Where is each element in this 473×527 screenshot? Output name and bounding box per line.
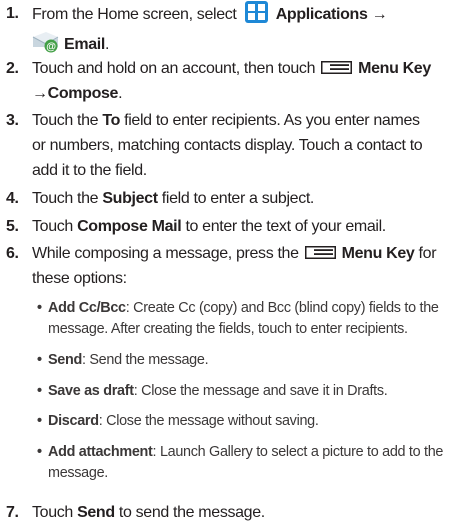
option-desc: : Close the message without saving. (98, 413, 319, 429)
bullet-icon: • (37, 413, 42, 429)
option-desc: : Launch Gallery to select a picture to … (152, 444, 444, 460)
option-desc: : Close the message and save it in Draft… (133, 383, 388, 399)
step-text: From the Home screen, select Application… (32, 1, 467, 61)
send-label: Send (77, 504, 115, 521)
svg-text:@: @ (46, 42, 56, 53)
option-text: Send: Send the message. (48, 350, 467, 371)
step-number: 3. (6, 112, 19, 129)
step-text-part: . (118, 85, 123, 102)
compose-mail-label: Compose Mail (77, 218, 182, 235)
step-text: Touch Send to send the message. (32, 500, 467, 525)
step-text-part: While composing a message, press the (32, 245, 299, 262)
option-desc: message. After creating the fields, touc… (48, 321, 408, 337)
option-text: Discard: Close the message without savin… (48, 411, 467, 432)
option-label: Discard (48, 413, 99, 429)
applications-label: Applications → (275, 6, 388, 23)
step-number: 6. (6, 245, 19, 262)
step-text-part: for (418, 245, 437, 262)
step-text-part: add it to the field. (32, 162, 147, 179)
to-field-label: To (102, 112, 121, 129)
step-text: While composing a message, press the Menu… (32, 241, 467, 291)
email-label: Email (64, 36, 105, 53)
step-text-part: field to enter a subject. (161, 190, 315, 207)
step-number: 4. (6, 190, 19, 207)
menu-key-icon (321, 61, 353, 74)
step-number: 2. (6, 60, 19, 77)
option-label: Save as draft (48, 383, 134, 399)
step-text: Touch the Subject field to enter a subje… (32, 186, 467, 211)
option-text: Add Cc/Bcc: Create Cc (copy) and Bcc (bl… (48, 298, 467, 340)
step-text-part: Touch the (32, 190, 99, 207)
bullet-icon: • (37, 444, 42, 460)
menu-key-icon (304, 246, 336, 259)
step-text-part: field to enter recipients. As you enter … (124, 112, 420, 129)
bullet-icon: • (37, 300, 42, 316)
step-text-part: to enter the text of your email. (185, 218, 386, 235)
step-number: 1. (6, 5, 19, 22)
step-text: Touch the To field to enter recipients. … (32, 108, 467, 183)
subject-field-label: Subject (102, 190, 158, 207)
step-number: 7. (6, 504, 19, 521)
option-label: Add attachment (48, 444, 153, 460)
menu-key-label: Menu Key (341, 245, 415, 262)
bullet-icon: • (37, 383, 42, 399)
step-text-part: Touch (32, 218, 73, 235)
step-text-part: Touch the (32, 112, 99, 129)
step-text-part: these options: (32, 270, 127, 287)
compose-label: →Compose (32, 85, 119, 102)
step-text: Touch Compose Mail to enter the text of … (32, 214, 467, 239)
applications-icon (244, 1, 268, 31)
option-label: Send (48, 352, 82, 368)
step-text-part: Touch (32, 504, 73, 521)
option-label: Add Cc/Bcc (48, 300, 126, 316)
option-desc: : Send the message. (81, 352, 209, 368)
option-desc: message. (48, 465, 108, 481)
instructions-page: 1. From the Home screen, select Applicat… (0, 0, 473, 527)
option-text: Add attachment: Launch Gallery to select… (48, 442, 467, 484)
menu-key-label: Menu Key (358, 60, 431, 77)
step-number: 5. (6, 218, 19, 235)
bullet-icon: • (37, 352, 42, 368)
step-text-part: or numbers, matching contacts display. T… (32, 137, 423, 154)
step-text-part: Touch and hold on an account, then touch (32, 60, 316, 77)
step-text-part: to send the message. (118, 504, 265, 521)
step-text-part: . (104, 36, 110, 53)
option-text: Save as draft: Close the message and sav… (48, 381, 467, 402)
option-desc: : Create Cc (copy) and Bcc (blind copy) … (125, 300, 439, 316)
step-text-part: From the Home screen, select (32, 6, 237, 23)
step-text: Touch and hold on an account, then touch… (32, 56, 467, 106)
